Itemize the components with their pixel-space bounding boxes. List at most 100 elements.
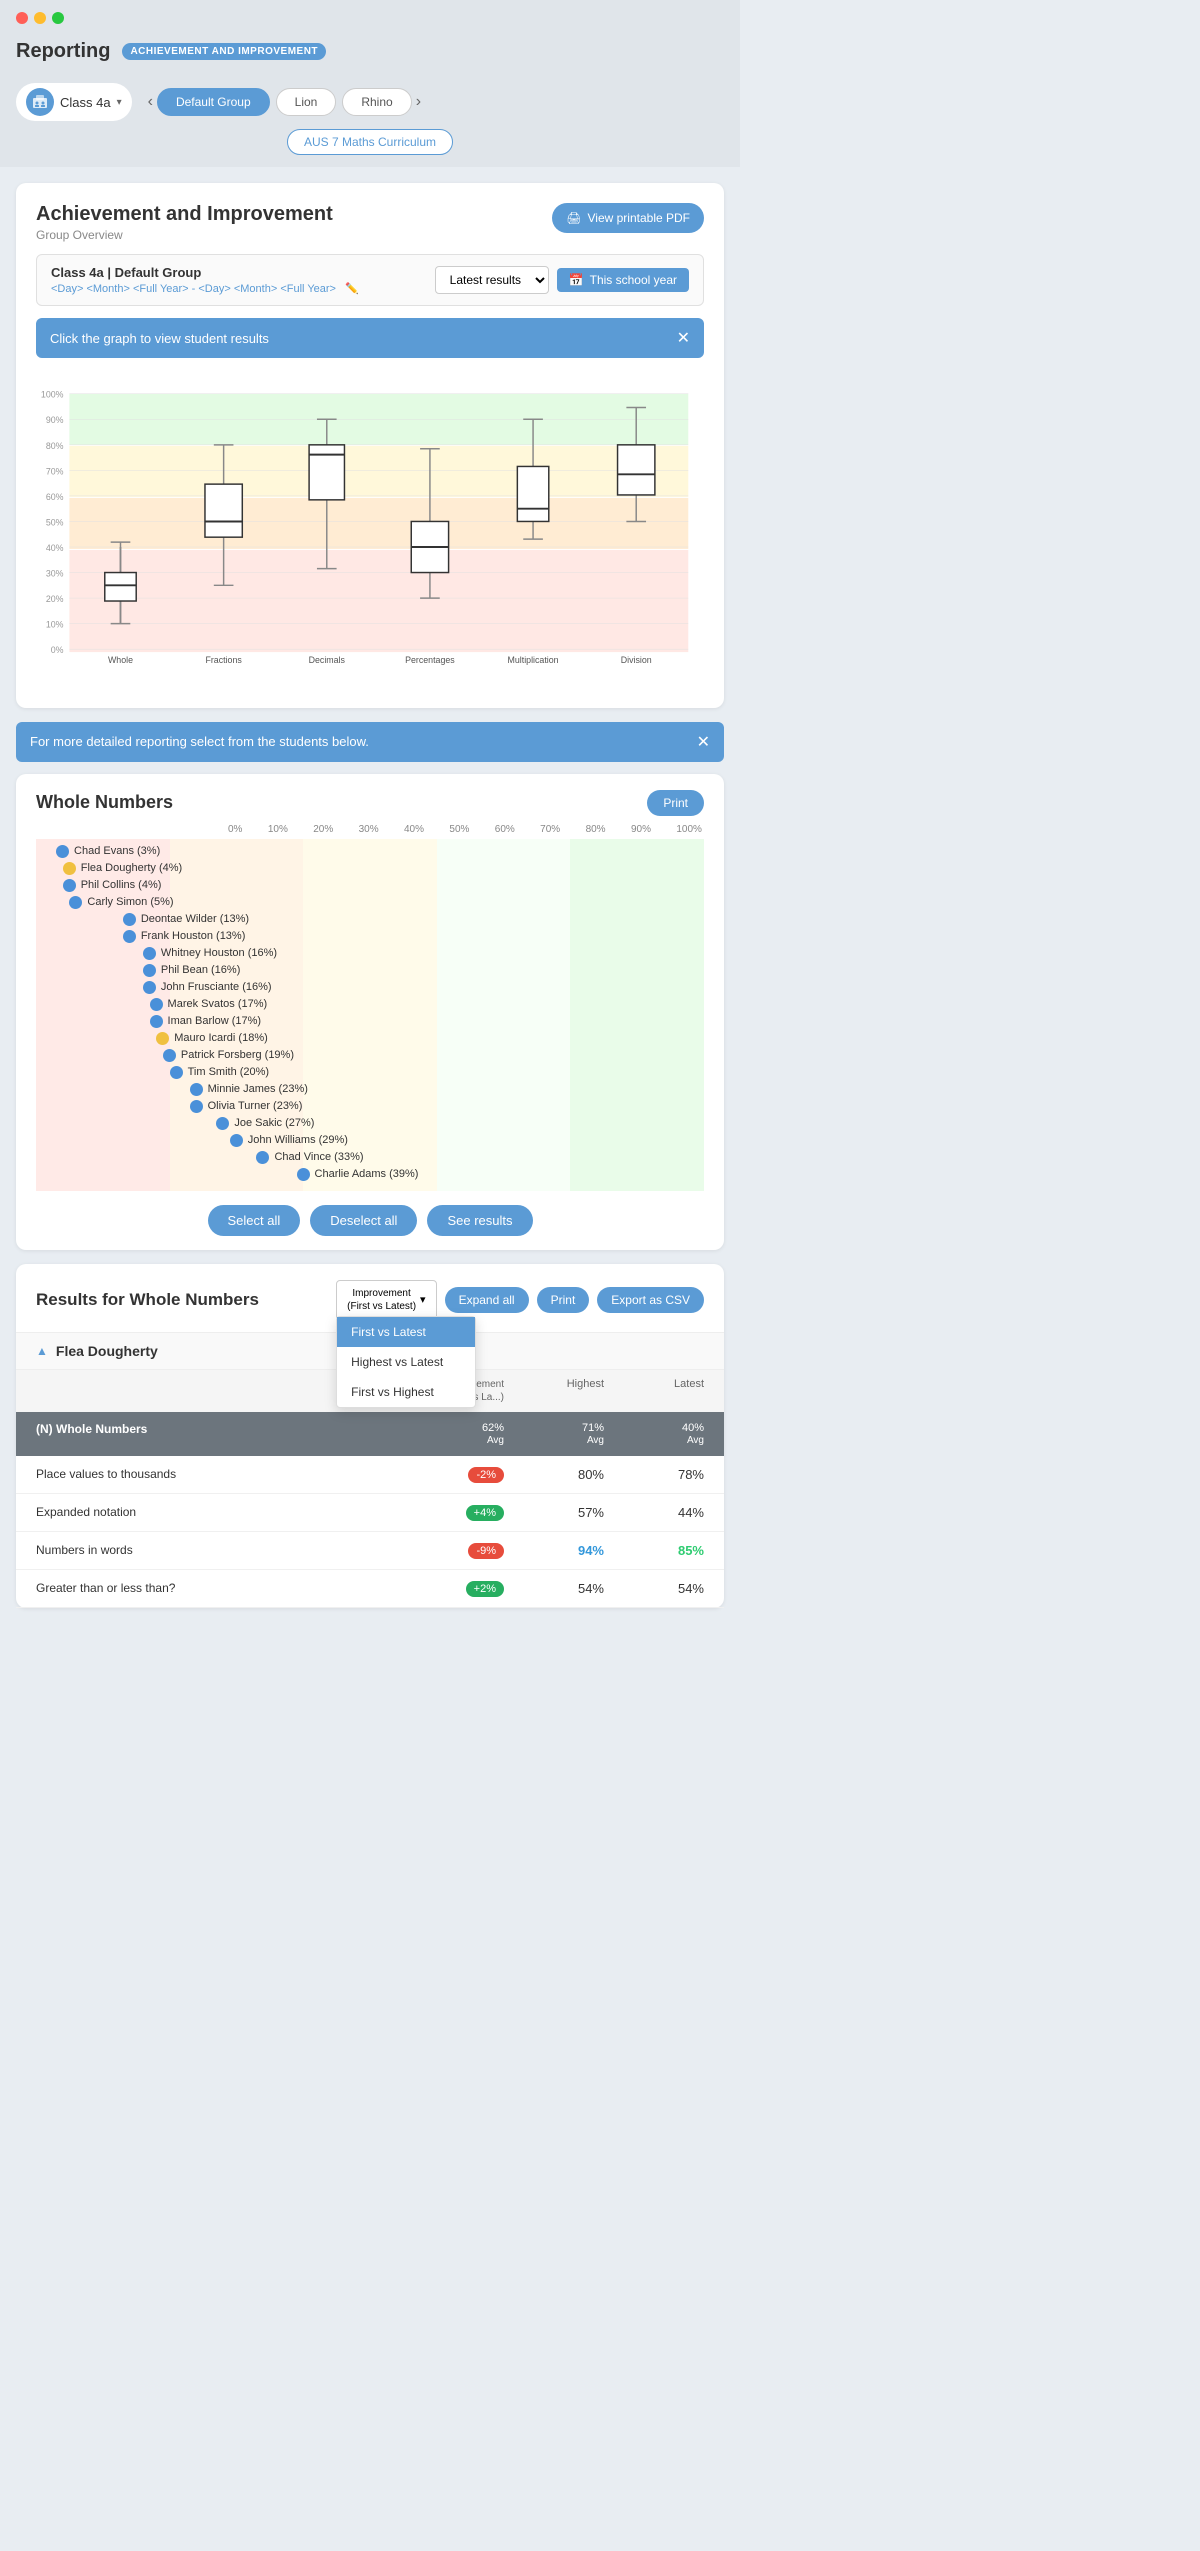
prev-group-btn[interactable]: ‹ [144,89,157,115]
student-label: Mauro Icardi (18%) [174,1032,268,1044]
student-row[interactable]: Phil Bean (16%) [36,962,704,979]
student-label: John Frusciante (16%) [161,981,272,993]
svg-text:10%: 10% [46,620,64,630]
student-label: Phil Collins (4%) [81,879,162,891]
student-row[interactable]: Deontae Wilder (13%) [36,911,704,928]
box-plot-svg: 100% 90% 80% 70% 60% 50% 40% 30% 20% 10%… [36,380,704,665]
svg-text:Fractions: Fractions [205,655,242,665]
window-controls [16,12,64,24]
student-label: Olivia Turner (23%) [208,1100,303,1112]
results-actions: Improvement(First vs Latest) ▾ First vs … [336,1280,704,1320]
svg-text:Percentages: Percentages [405,655,455,665]
student-row[interactable]: Chad Vince (33%) [36,1149,704,1166]
achievement-badge: ACHIEVEMENT AND IMPROVEMENT [122,43,326,60]
student-dot [143,981,156,994]
maximize-icon[interactable] [52,12,64,24]
calendar-icon: 📅 [569,273,584,287]
group-tabs: Default Group Lion Rhino [157,88,412,116]
axis-labels-row: 0% 10% 20% 30% 40% 50% 60% 70% 80% 90% 1… [16,824,724,835]
option-first-vs-latest[interactable]: First vs Latest [337,1317,475,1347]
group-tab-rhino[interactable]: Rhino [342,88,411,116]
svg-text:Division: Division [621,655,652,665]
group-info-right: Latest results 📅 This school year [435,266,689,294]
box-plot-chart[interactable]: 100% 90% 80% 70% 60% 50% 40% 30% 20% 10%… [36,370,704,688]
curriculum-tab[interactable]: AUS 7 Maths Curriculum [287,129,453,155]
row-improvement: +4% [384,1504,504,1521]
student-label: Iman Barlow (17%) [168,1015,262,1027]
select-all-btn[interactable]: Select all [208,1205,301,1236]
dropdown-wrapper: Improvement(First vs Latest) ▾ First vs … [336,1280,436,1320]
student-row[interactable]: Chad Evans (3%) [36,843,704,860]
student-label: Flea Dougherty (4%) [81,862,183,874]
student-dot [63,862,76,875]
student-row[interactable]: Patrick Forsberg (19%) [36,1047,704,1064]
titlebar [0,0,740,32]
group-tab-default[interactable]: Default Group [157,88,270,116]
group-info-left: Class 4a | Default Group <Day> <Month> <… [51,265,359,295]
close-icon[interactable] [16,12,28,24]
student-row[interactable]: Charlie Adams (39%) [36,1166,704,1183]
student-label: Carly Simon (5%) [87,896,173,908]
view-pdf-button[interactable]: 🖨 View printable PDF [552,203,704,233]
student-row[interactable]: Joe Sakic (27%) [36,1115,704,1132]
expand-student-icon[interactable]: ▲ [36,1344,48,1358]
student-row[interactable]: Olivia Turner (23%) [36,1098,704,1115]
export-csv-btn[interactable]: Export as CSV [597,1287,704,1313]
print-chart-btn[interactable]: Print [647,790,704,816]
svg-text:Multiplication: Multiplication [508,655,559,665]
student-row[interactable]: Iman Barlow (17%) [36,1013,704,1030]
minimize-icon[interactable] [34,12,46,24]
results-card: Results for Whole Numbers Improvement(Fi… [16,1264,724,1608]
svg-text:Decimals: Decimals [309,655,346,665]
close-info-bar-btn[interactable]: ✕ [677,328,690,348]
deselect-all-btn[interactable]: Deselect all [310,1205,417,1236]
svg-text:90%: 90% [46,415,64,425]
school-year-button[interactable]: 📅 This school year [557,268,689,292]
student-row[interactable]: Mauro Icardi (18%) [36,1030,704,1047]
graph-info-bar: Click the graph to view student results … [36,318,704,358]
student-dot [123,913,136,926]
data-row: Numbers in words-9%94%85% [16,1532,724,1570]
student-row[interactable]: Frank Houston (13%) [36,928,704,945]
student-label: Frank Houston (13%) [141,930,246,942]
svg-text:0%: 0% [51,645,64,655]
next-group-btn[interactable]: › [412,89,425,115]
card-title: Achievement and Improvement [36,203,333,226]
expand-all-btn[interactable]: Expand all [445,1287,529,1313]
group-tab-lion[interactable]: Lion [276,88,337,116]
app-header: Reporting ACHIEVEMENT AND IMPROVEMENT [0,32,740,75]
svg-text:30%: 30% [46,568,64,578]
row-latest: 85% [604,1543,704,1558]
student-row[interactable]: John Williams (29%) [36,1132,704,1149]
print-results-btn[interactable]: Print [537,1287,590,1313]
student-row[interactable]: Whitney Houston (16%) [36,945,704,962]
row-improvement: -9% [384,1542,504,1559]
bar-chart-title: Whole Numbers [36,792,173,813]
option-highest-vs-latest[interactable]: Highest vs Latest [337,1347,475,1377]
student-row[interactable]: Tim Smith (20%) [36,1064,704,1081]
student-label: Tim Smith (20%) [188,1066,270,1078]
student-row[interactable]: Phil Collins (4%) [36,877,704,894]
student-row[interactable]: Marek Svatos (17%) [36,996,704,1013]
select-buttons-row: Select all Deselect all See results [16,1191,724,1250]
student-row[interactable]: Flea Dougherty (4%) [36,860,704,877]
row-latest: 54% [604,1581,704,1596]
svg-text:100%: 100% [41,390,64,400]
option-first-vs-highest[interactable]: First vs Highest [337,1377,475,1407]
student-label: John Williams (29%) [248,1134,348,1146]
student-row[interactable]: Minnie James (23%) [36,1081,704,1098]
edit-dates-icon[interactable]: ✏️ [345,283,359,295]
see-results-btn[interactable]: See results [427,1205,532,1236]
main-content: Achievement and Improvement Group Overvi… [0,167,740,1624]
col-header-highest: Highest [504,1378,604,1404]
achievement-card: Achievement and Improvement Group Overvi… [16,183,724,708]
close-info-bar2-btn[interactable]: ✕ [697,732,710,752]
results-dropdown[interactable]: Latest results [435,266,549,294]
data-row: Greater than or less than?+2%54%54% [16,1570,724,1608]
results-title: Results for Whole Numbers [36,1290,259,1310]
student-dot [56,845,69,858]
student-row[interactable]: Carly Simon (5%) [36,894,704,911]
student-row[interactable]: John Frusciante (16%) [36,979,704,996]
improvement-dropdown-btn[interactable]: Improvement(First vs Latest) ▾ [336,1280,436,1320]
class-selector[interactable]: Class 4a ▾ [16,83,132,121]
